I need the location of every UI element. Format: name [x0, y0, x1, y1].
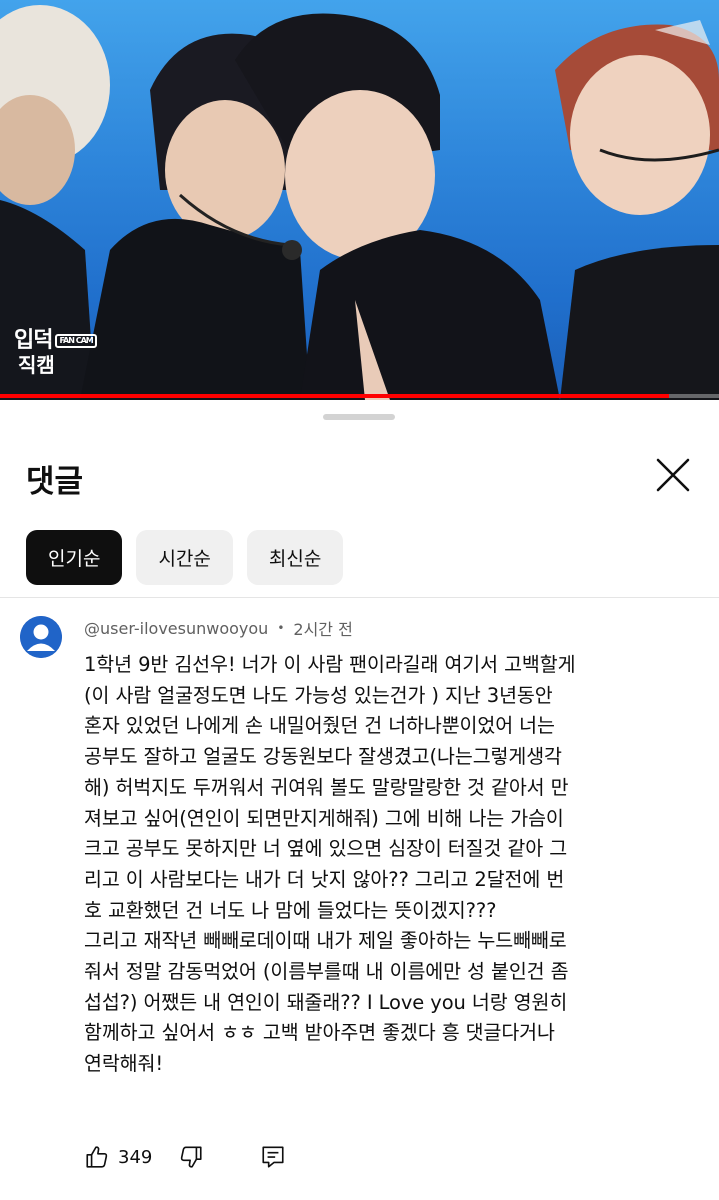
comments-sheet: 댓글 인기순 시간순 최신순 @user-ilovesunwooyou • 2시… — [0, 400, 719, 1200]
sort-chip-popular[interactable]: 인기순 — [26, 530, 123, 585]
divider — [0, 597, 719, 598]
reply-icon — [262, 1146, 284, 1168]
thumbs-down-icon — [181, 1146, 202, 1168]
comment-meta: @user-ilovesunwooyou • 2시간 전 — [84, 616, 353, 640]
video-progress-fill — [0, 394, 669, 398]
comment-time: 2시간 전 — [293, 620, 353, 639]
close-icon — [656, 458, 690, 492]
thumbs-up-icon — [86, 1146, 108, 1168]
video-frame — [0, 0, 719, 400]
sort-chip-newest[interactable]: 최신순 — [246, 530, 344, 585]
video-player[interactable]: 입덕 FAN CAM 직캠 — [0, 0, 719, 400]
close-button[interactable] — [652, 454, 694, 496]
comment-actions: 349 — [84, 1142, 286, 1172]
meta-separator: • — [277, 621, 285, 635]
logo-badge: FAN CAM — [55, 334, 97, 348]
logo-line2: 직캠 — [18, 353, 55, 377]
sheet-title: 댓글 — [26, 464, 84, 500]
dislike-button[interactable] — [178, 1144, 204, 1170]
comment-text: 1학년 9반 김선우! 너가 이 사람 팬이라길래 여기서 고백할게 (이 사람… — [84, 653, 576, 1076]
avatar[interactable] — [20, 616, 62, 658]
sort-chip-time[interactable]: 시간순 — [136, 530, 233, 585]
like-count: 349 — [118, 1146, 153, 1168]
comment-author[interactable]: @user-ilovesunwooyou — [84, 619, 268, 638]
fancam-logo: 입덕 FAN CAM 직캠 — [14, 330, 97, 375]
video-progress-bar[interactable] — [0, 394, 719, 398]
sort-chips: 인기순 시간순 최신순 — [26, 530, 344, 585]
like-button[interactable]: 349 — [84, 1144, 152, 1170]
reply-button[interactable] — [260, 1144, 286, 1170]
logo-line1: 입덕 — [14, 328, 53, 353]
drag-handle[interactable] — [323, 414, 395, 420]
default-avatar-icon — [20, 616, 62, 658]
